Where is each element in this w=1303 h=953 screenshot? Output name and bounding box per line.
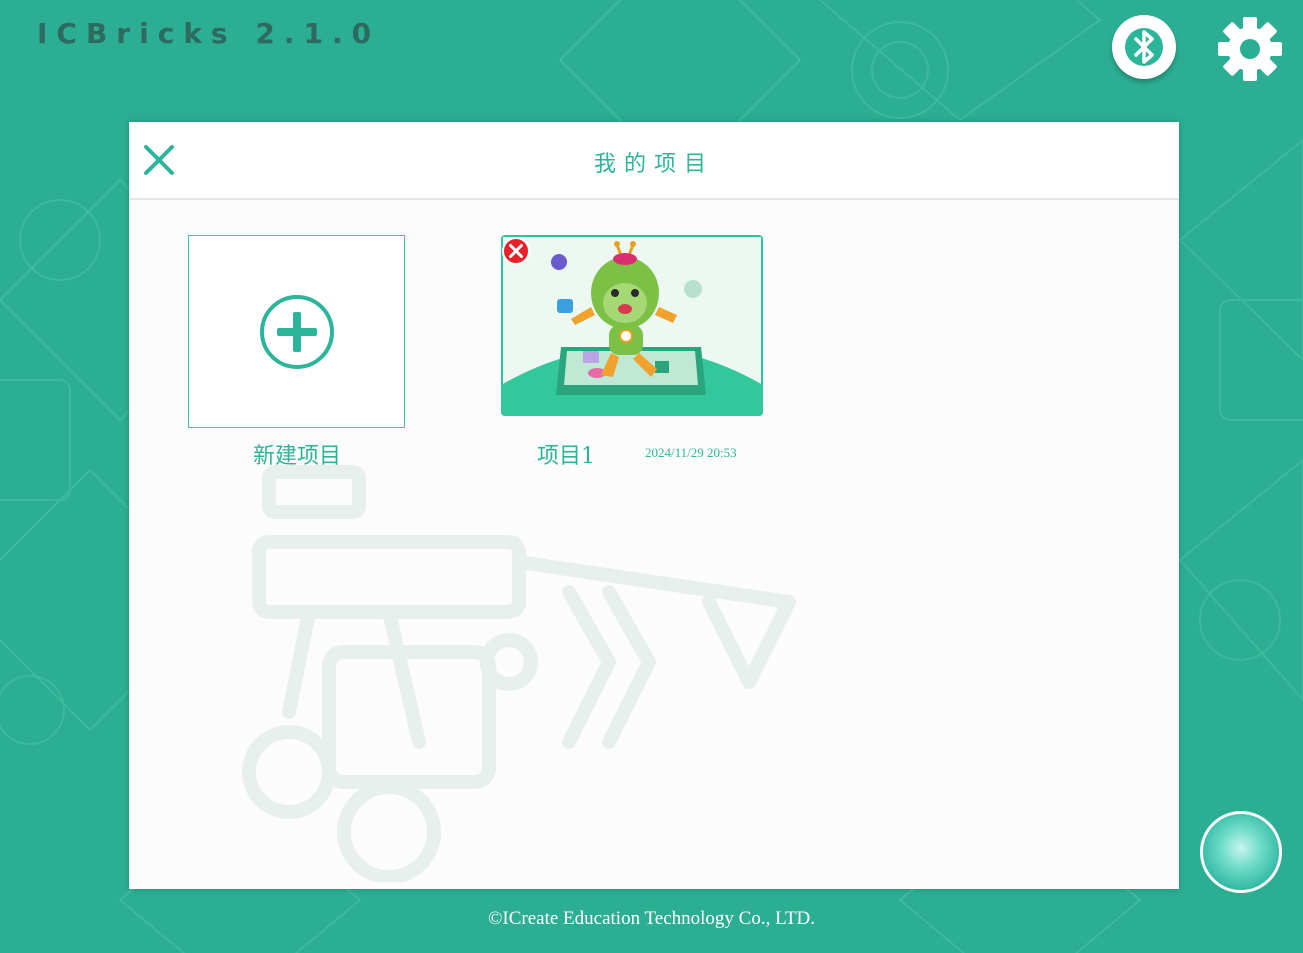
project-thumbnail bbox=[501, 235, 763, 416]
plus-circle-icon bbox=[259, 294, 334, 369]
settings-button[interactable] bbox=[1216, 15, 1284, 83]
new-project-label: 新建项目 bbox=[252, 444, 341, 469]
background: ICBricks 2.1.0 我的项目 新建项目 项目1 2024/11/29 … bbox=[0, 0, 1303, 953]
project-card[interactable] bbox=[501, 235, 763, 416]
project-name: 项目1 bbox=[537, 444, 595, 469]
copyright-footer: ©ICreate Education Technology Co., LTD. bbox=[487, 908, 816, 929]
gear-icon bbox=[1218, 17, 1282, 81]
delete-project-button[interactable] bbox=[501, 236, 531, 266]
app-title: ICBricks 2.1.0 bbox=[37, 17, 381, 50]
bluetooth-button[interactable] bbox=[1112, 15, 1176, 79]
project-date: 2024/11/29 20:53 bbox=[645, 445, 737, 460]
floating-action-button[interactable] bbox=[1200, 811, 1282, 893]
dialog-title: 我的项目 bbox=[593, 152, 714, 177]
delete-icon bbox=[502, 237, 530, 265]
robot-watermark-image bbox=[242, 465, 796, 882]
dialog-header: 我的项目 bbox=[129, 122, 1179, 200]
my-projects-dialog: 我的项目 新建项目 项目1 2024/11/29 20:53 bbox=[129, 122, 1179, 889]
new-project-button[interactable] bbox=[188, 235, 405, 428]
bluetooth-icon bbox=[1125, 28, 1163, 66]
